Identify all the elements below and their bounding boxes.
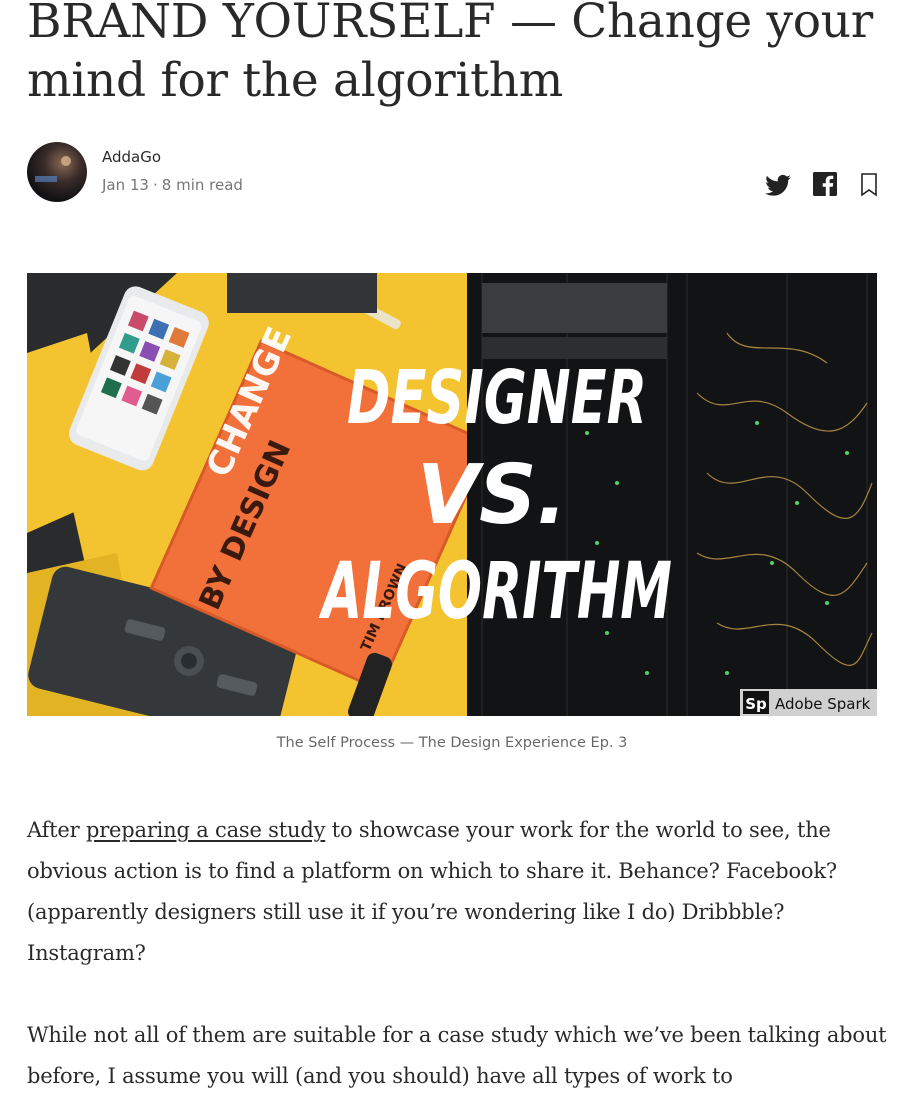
article-title: BRAND YOURSELF — Change your mind for th…	[27, 0, 873, 108]
body-paragraph-1: After preparing a case study to showcase…	[27, 810, 887, 974]
adobe-spark-mark: Sp	[745, 695, 767, 713]
adobe-spark-label: Adobe Spark	[775, 695, 871, 713]
read-time: 8 min read	[161, 176, 243, 194]
image-caption: The Self Process — The Design Experience…	[276, 735, 628, 751]
body-paragraph-2: While not all of them are suitable for a…	[27, 1023, 887, 1088]
p1-start: After	[27, 818, 86, 842]
headline-vs: VS.	[417, 448, 567, 543]
headline-algorithm: ALGORITHM	[318, 547, 672, 637]
avatar-screen	[35, 176, 57, 182]
author-name[interactable]: AddaGo	[102, 148, 161, 166]
avatar-light	[61, 156, 71, 166]
twitter-icon[interactable]	[764, 172, 792, 200]
hero-image: CHANGE BY DESIGN TIM BROWN DESIGNER VS. …	[27, 273, 877, 716]
author-avatar[interactable]	[27, 142, 87, 202]
author-byline: AddaGo Jan 13 · 8 min read	[27, 142, 878, 204]
post-date: Jan 13	[102, 176, 149, 194]
headline-designer: DESIGNER	[347, 355, 647, 441]
meta-separator: ·	[152, 176, 158, 194]
facebook-icon[interactable]	[813, 172, 837, 196]
case-study-link[interactable]: preparing a case study	[86, 818, 325, 842]
post-meta: Jan 13 · 8 min read	[102, 176, 243, 194]
bookmark-icon[interactable]	[859, 172, 879, 198]
